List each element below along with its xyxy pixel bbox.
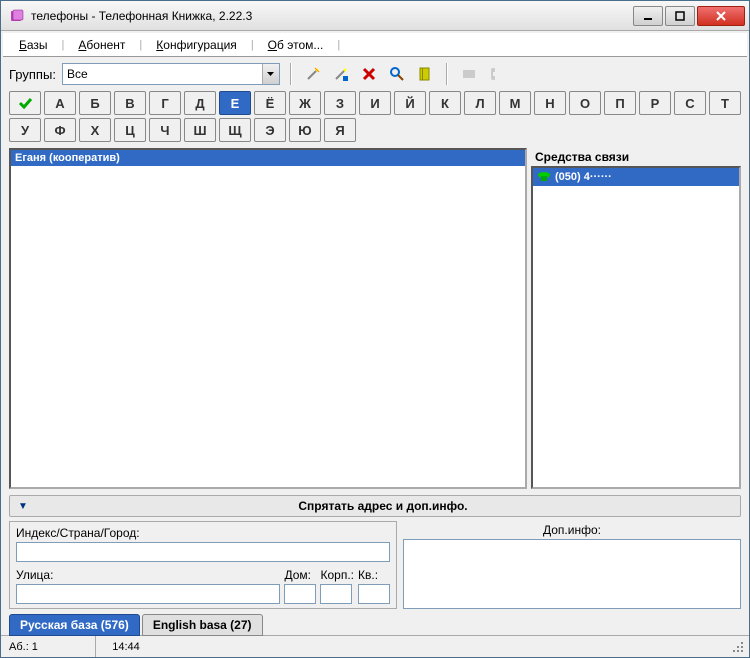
comm-header: Средства связи — [531, 148, 741, 166]
dopinfo-box[interactable] — [403, 539, 741, 609]
alpha-button-Ф[interactable]: Ф — [44, 118, 76, 142]
alpha-button-Ч[interactable]: Ч — [149, 118, 181, 142]
window-title: телефоны - Телефонная Книжка, 2.22.3 — [31, 9, 631, 23]
chevron-down-icon: ▼ — [18, 501, 34, 512]
collapse-toggle[interactable]: ▼ Спрятать адрес и доп.инфо. — [9, 495, 741, 517]
content-area: Еганя (кооператив) Средства связи (050) … — [1, 144, 749, 493]
app-icon — [9, 8, 25, 24]
street-input[interactable] — [16, 584, 280, 604]
app-window: телефоны - Телефонная Книжка, 2.22.3 Баз… — [0, 0, 750, 658]
alpha-button-Д[interactable]: Д — [184, 91, 216, 115]
alpha-button-Т[interactable]: Т — [709, 91, 741, 115]
alpha-button-В[interactable]: В — [114, 91, 146, 115]
status-time: 14:44 — [96, 636, 156, 657]
alpha-button-Н[interactable]: Н — [534, 91, 566, 115]
tab-english[interactable]: English basa (27) — [142, 614, 263, 636]
alpha-button-Э[interactable]: Э — [254, 118, 286, 142]
alpha-button-Р[interactable]: Р — [639, 91, 671, 115]
house-input[interactable] — [284, 584, 316, 604]
alpha-button-К[interactable]: К — [429, 91, 461, 115]
wand-edit-icon[interactable] — [330, 63, 352, 85]
alpha-button-Б[interactable]: Б — [79, 91, 111, 115]
base-tabs: Русская база (576) English basa (27) — [1, 611, 749, 635]
minimize-button[interactable] — [633, 6, 663, 26]
alpha-button-Л[interactable]: Л — [464, 91, 496, 115]
statusbar: Аб.: 1 14:44 — [1, 635, 749, 657]
street-label: Улица: — [16, 568, 280, 582]
menu-about[interactable]: Об этом... — [260, 35, 332, 55]
wand-icon[interactable] — [302, 63, 324, 85]
alpha-button-О[interactable]: О — [569, 91, 601, 115]
card-icon — [458, 63, 480, 85]
alpha-button-Е[interactable]: Е — [219, 91, 251, 115]
alpha-button-Ц[interactable]: Ц — [114, 118, 146, 142]
maximize-button[interactable] — [665, 6, 695, 26]
groups-dropdown[interactable]: Все — [62, 63, 280, 85]
dopinfo-header: Доп.инфо: — [403, 521, 741, 539]
alpha-button-П[interactable]: П — [604, 91, 636, 115]
alpha-button-Ю[interactable]: Ю — [289, 118, 321, 142]
alpha-button-А[interactable]: А — [44, 91, 76, 115]
tab-russian[interactable]: Русская база (576) — [9, 614, 140, 636]
alpha-button-Ж[interactable]: Ж — [289, 91, 321, 115]
alpha-button-У[interactable]: У — [9, 118, 41, 142]
close-button[interactable] — [697, 6, 745, 26]
alpha-button-Й[interactable]: Й — [394, 91, 426, 115]
alpha-button-Щ[interactable]: Щ — [219, 118, 251, 142]
apt-input[interactable] — [358, 584, 390, 604]
alphabet-bar: АБВГДЕЁЖЗИЙКЛМНОПРСТ УФХЦЧШЩЭЮЯ — [1, 89, 749, 144]
comm-list[interactable]: (050) 4······ — [531, 166, 741, 489]
book-icon[interactable] — [414, 63, 436, 85]
toolbar: Группы: Все — [1, 59, 749, 89]
menu-config[interactable]: Конфигурация — [148, 35, 245, 55]
subscriber-list[interactable]: Еганя (кооператив) — [9, 148, 527, 489]
alpha-button-З[interactable]: З — [324, 91, 356, 115]
search-icon[interactable] — [386, 63, 408, 85]
resize-grip[interactable] — [729, 638, 747, 656]
delete-icon[interactable] — [358, 63, 380, 85]
alpha-button-С[interactable]: С — [674, 91, 706, 115]
alpha-button-Ш[interactable]: Ш — [184, 118, 216, 142]
list-item-label: Еганя (кооператив) — [15, 152, 120, 164]
collapse-label: Спрятать адрес и доп.инфо. — [34, 499, 732, 513]
alpha-button-Г[interactable]: Г — [149, 91, 181, 115]
menu-subscriber[interactable]: Абонент — [70, 35, 133, 55]
check-all-button[interactable] — [9, 91, 41, 115]
comm-item[interactable]: (050) 4······ — [533, 168, 739, 186]
alpha-button-И[interactable]: И — [359, 91, 391, 115]
phone-tool-icon — [486, 63, 508, 85]
address-section: Индекс/Страна/Город: Улица: Дом: Корп.: … — [1, 519, 749, 611]
groups-label: Группы: — [9, 67, 56, 82]
menu-bases[interactable]: Базы — [11, 35, 56, 55]
alpha-button-Х[interactable]: Х — [79, 118, 111, 142]
menubar: Базы | Абонент | Конфигурация | Об этом.… — [3, 33, 747, 57]
alpha-button-Ё[interactable]: Ё — [254, 91, 286, 115]
house-label: Дом: — [284, 568, 316, 582]
index-label: Индекс/Страна/Город: — [16, 526, 390, 540]
alpha-button-Я[interactable]: Я — [324, 118, 356, 142]
titlebar: телефоны - Телефонная Книжка, 2.22.3 — [1, 1, 749, 31]
chevron-down-icon — [262, 64, 279, 84]
index-input[interactable] — [16, 542, 390, 562]
building-label: Корп.: — [320, 568, 354, 582]
groups-selected: Все — [67, 67, 88, 81]
status-count: Аб.: 1 — [1, 636, 96, 657]
phone-icon — [537, 170, 551, 184]
list-item[interactable]: Еганя (кооператив) — [11, 150, 525, 166]
comm-item-label: (050) 4······ — [555, 171, 612, 183]
building-input[interactable] — [320, 584, 352, 604]
apt-label: Кв.: — [358, 568, 390, 582]
alpha-button-М[interactable]: М — [499, 91, 531, 115]
